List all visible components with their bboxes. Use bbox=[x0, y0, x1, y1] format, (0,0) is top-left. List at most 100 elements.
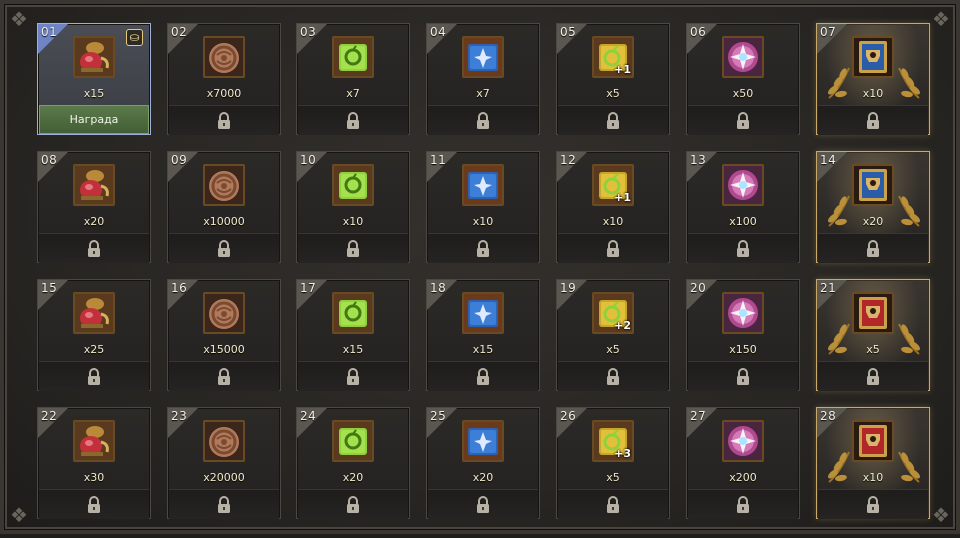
reward-cell-01[interactable]: 01 ⛀ x15 Награда bbox=[37, 23, 151, 135]
day-number: 17 bbox=[300, 281, 317, 295]
day-number: 22 bbox=[41, 409, 58, 423]
day-number: 05 bbox=[560, 25, 577, 39]
locked-footer bbox=[169, 489, 279, 519]
reward-cell-16[interactable]: 16 x15000 bbox=[167, 279, 281, 391]
item-quantity: x20 bbox=[472, 471, 494, 484]
reward-cell-04[interactable]: 04 x7 bbox=[426, 23, 540, 135]
locked-footer bbox=[558, 361, 668, 391]
day-number: 07 bbox=[820, 25, 837, 39]
coin-pouch-icon bbox=[203, 36, 245, 78]
item-quantity: x20000 bbox=[203, 471, 245, 484]
green-scroll-icon bbox=[332, 164, 374, 206]
reward-cell-03[interactable]: 03 x7 bbox=[296, 23, 410, 135]
lock-icon bbox=[737, 368, 749, 385]
lock-icon bbox=[88, 240, 100, 257]
reward-cell-24[interactable]: 24 x20 bbox=[296, 407, 410, 519]
bonus-badge: +3 bbox=[614, 447, 631, 460]
reward-cell-22[interactable]: 22 x30 bbox=[37, 407, 151, 519]
blue-scroll-icon bbox=[462, 420, 504, 462]
item-quantity: x10000 bbox=[203, 215, 245, 228]
locked-footer bbox=[558, 105, 668, 135]
reward-cell-08[interactable]: 08 x20 bbox=[37, 151, 151, 263]
reward-cell-06[interactable]: 06 x50 bbox=[686, 23, 800, 135]
day-number: 16 bbox=[171, 281, 188, 295]
locked-footer bbox=[818, 489, 928, 519]
lock-icon bbox=[607, 240, 619, 257]
reward-cell-10[interactable]: 10 x10 bbox=[296, 151, 410, 263]
locked-footer bbox=[818, 361, 928, 391]
reward-cell-17[interactable]: 17 x15 bbox=[296, 279, 410, 391]
rewards-panel: ❖ ❖ ❖ ❖ 01⛀ x15Награда02 x7000 03 x7 bbox=[0, 0, 960, 534]
gift-icon[interactable]: ⛀ bbox=[126, 29, 143, 46]
item-quantity: x20 bbox=[83, 215, 105, 228]
reward-cell-14[interactable]: 14 x20 bbox=[816, 151, 930, 263]
reward-cell-12[interactable]: 12 +1 x10 bbox=[556, 151, 670, 263]
locked-footer bbox=[428, 361, 538, 391]
claim-reward-button[interactable]: Награда bbox=[39, 105, 149, 134]
day-number: 24 bbox=[300, 409, 317, 423]
reward-cell-23[interactable]: 23 x20000 bbox=[167, 407, 281, 519]
day-number: 27 bbox=[690, 409, 707, 423]
blue-scroll-icon bbox=[462, 36, 504, 78]
reward-cell-25[interactable]: 25 x20 bbox=[426, 407, 540, 519]
reward-cell-05[interactable]: 05 +1 x5 bbox=[556, 23, 670, 135]
locked-footer bbox=[169, 361, 279, 391]
reward-cell-18[interactable]: 18 x15 bbox=[426, 279, 540, 391]
day-number: 23 bbox=[171, 409, 188, 423]
day-number: 18 bbox=[430, 281, 447, 295]
reward-cell-09[interactable]: 09 x10000 bbox=[167, 151, 281, 263]
bonus-badge: +1 bbox=[614, 63, 631, 76]
locked-footer bbox=[558, 233, 668, 263]
locked-footer bbox=[298, 361, 408, 391]
tea-kettle-icon bbox=[73, 292, 115, 334]
reward-cell-20[interactable]: 20 x150 bbox=[686, 279, 800, 391]
reward-cell-11[interactable]: 11 x10 bbox=[426, 151, 540, 263]
item-quantity: x10 bbox=[862, 471, 884, 484]
locked-footer bbox=[688, 361, 798, 391]
lock-icon bbox=[477, 112, 489, 129]
lock-icon bbox=[477, 240, 489, 257]
item-quantity: x15 bbox=[472, 343, 494, 356]
locked-footer bbox=[39, 361, 149, 391]
item-quantity: x200 bbox=[729, 471, 757, 484]
lock-icon bbox=[867, 240, 879, 257]
lock-icon bbox=[477, 496, 489, 513]
gold-ring-scroll-icon: +2 bbox=[592, 292, 634, 334]
reward-cell-07[interactable]: 07 x10 bbox=[816, 23, 930, 135]
coin-pouch-icon bbox=[203, 164, 245, 206]
lock-icon bbox=[607, 368, 619, 385]
lock-icon bbox=[607, 112, 619, 129]
item-quantity: x10 bbox=[862, 87, 884, 100]
locked-footer bbox=[39, 233, 149, 263]
blue-scroll-icon bbox=[462, 292, 504, 334]
locked-footer bbox=[298, 105, 408, 135]
reward-cell-15[interactable]: 15 x25 bbox=[37, 279, 151, 391]
reward-cell-27[interactable]: 27 x200 bbox=[686, 407, 800, 519]
reward-cell-13[interactable]: 13 x100 bbox=[686, 151, 800, 263]
reward-cell-21[interactable]: 21 x5 bbox=[816, 279, 930, 391]
day-number: 08 bbox=[41, 153, 58, 167]
reward-cell-28[interactable]: 28 x10 bbox=[816, 407, 930, 519]
lock-icon bbox=[218, 240, 230, 257]
blue-scroll-icon bbox=[462, 164, 504, 206]
day-number: 10 bbox=[300, 153, 317, 167]
reward-grid: 01 ⛀ x15 Награда 02 x7000 03 x7 04 x7 05… bbox=[4, 4, 960, 538]
day-number: 03 bbox=[300, 25, 317, 39]
lock-icon bbox=[867, 368, 879, 385]
item-quantity: x15 bbox=[83, 87, 105, 100]
reward-cell-19[interactable]: 19 +2 x5 bbox=[556, 279, 670, 391]
reward-cell-02[interactable]: 02 x7000 bbox=[167, 23, 281, 135]
day-number: 06 bbox=[690, 25, 707, 39]
locked-footer bbox=[298, 489, 408, 519]
crystal-orb-icon bbox=[722, 36, 764, 78]
item-quantity: x10 bbox=[472, 215, 494, 228]
day-number: 01 bbox=[41, 25, 58, 39]
red-card-icon bbox=[852, 292, 894, 334]
tea-kettle-icon bbox=[73, 420, 115, 462]
reward-cell-26[interactable]: 26 +3 x5 bbox=[556, 407, 670, 519]
item-quantity: x5 bbox=[606, 87, 620, 100]
locked-footer bbox=[688, 233, 798, 263]
lock-icon bbox=[347, 368, 359, 385]
bonus-badge: +1 bbox=[614, 191, 631, 204]
item-quantity: x30 bbox=[83, 471, 105, 484]
